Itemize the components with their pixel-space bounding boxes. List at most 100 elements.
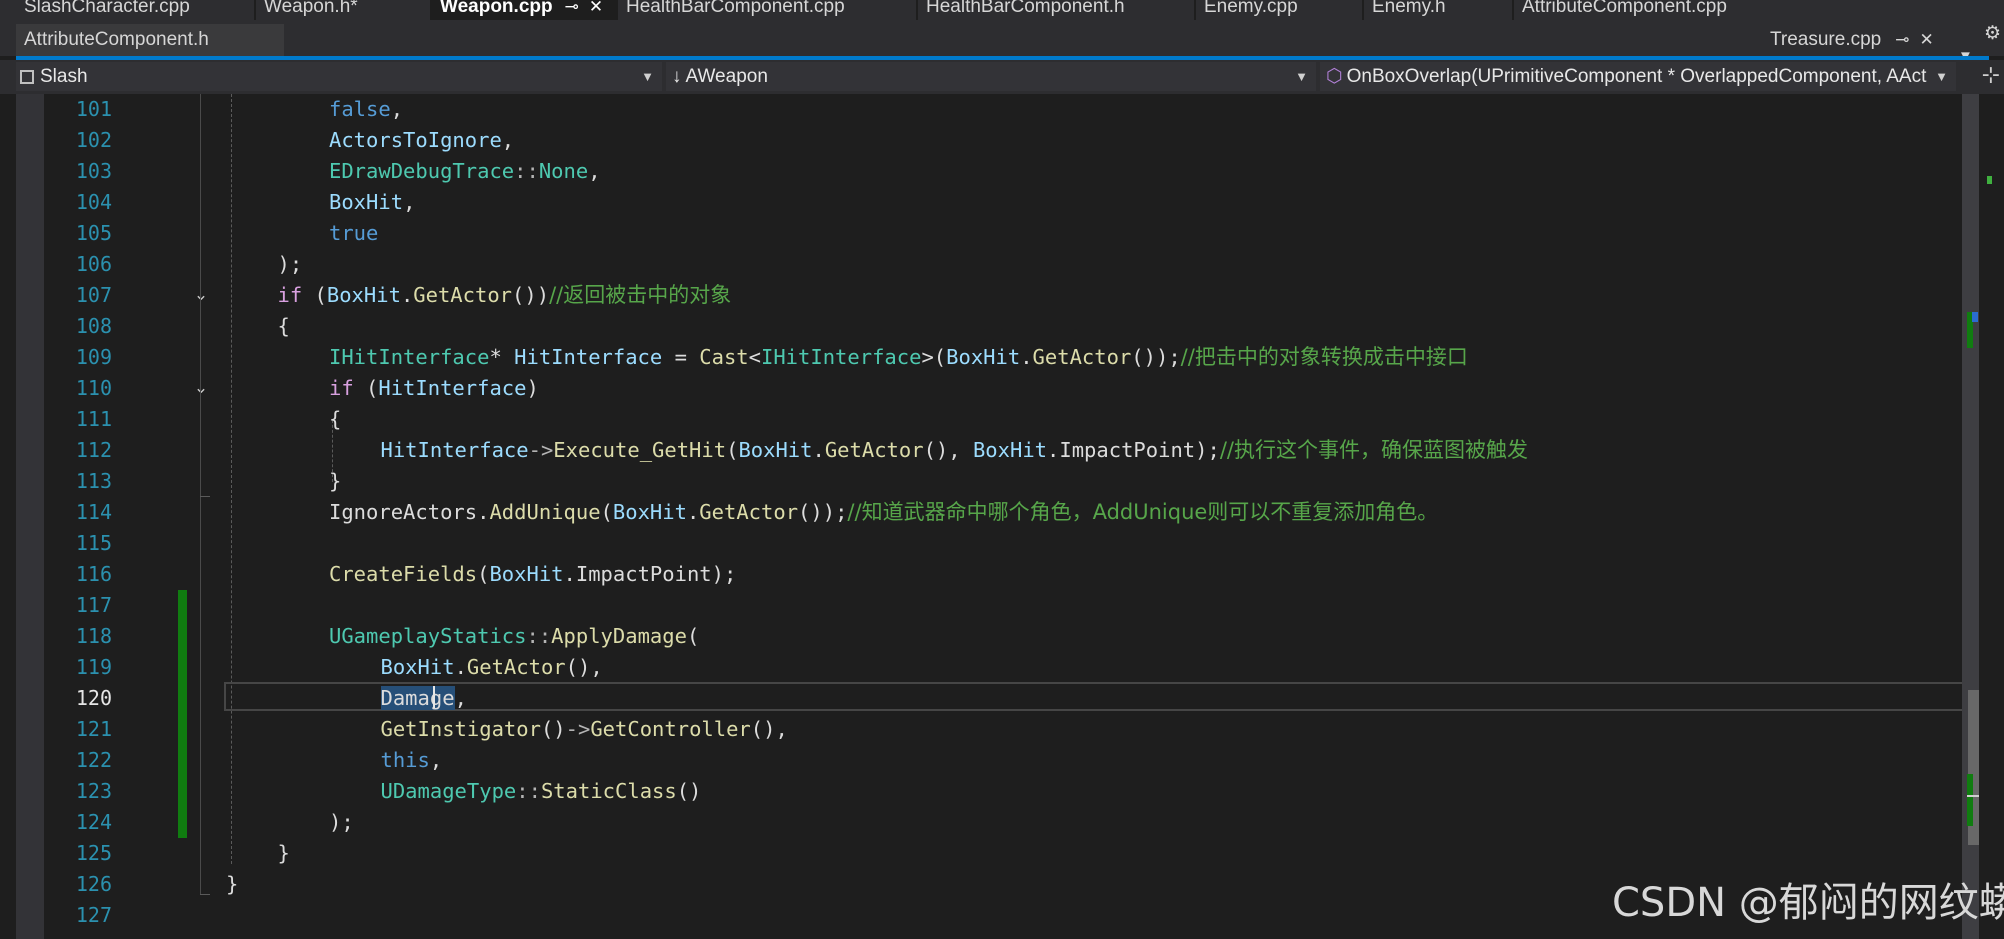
code-line: ActorsToIgnore, [329, 125, 514, 156]
line-number: 123 [75, 779, 112, 803]
scope-guide [200, 372, 201, 496]
code-line: true [329, 218, 378, 249]
tab-slashcharacter-cpp[interactable]: SlashCharacter.cpp [16, 0, 256, 20]
tab-treasure-cpp[interactable]: Treasure.cpp ⊸ ✕ [1762, 24, 1958, 56]
code-line: GetInstigator()->GetController(), [381, 714, 788, 745]
changed-lines-indicator [178, 590, 187, 838]
code-token: ()); [798, 500, 848, 524]
code-token: . [812, 438, 825, 462]
code-token: ()); [1131, 345, 1181, 369]
code-line: IHitInterface* HitInterface = Cast<IHitI… [329, 342, 1468, 373]
code-token: IHitInterface [329, 345, 490, 369]
code-line: { [329, 404, 341, 435]
code-token: , [403, 190, 416, 214]
document-tab-strip-row2: AttributeComponent.h Treasure.cpp⊸✕ ▼ ⚙ [0, 20, 2004, 65]
code-token: UDamageType [380, 779, 517, 803]
project-dropdown[interactable]: Slash ▼ [16, 62, 662, 91]
code-token: BoxHit [329, 190, 404, 214]
code-token: IgnoreActors [329, 500, 478, 524]
tab-enemy-h[interactable]: Enemy.h [1364, 0, 1514, 20]
member-dropdown[interactable]: ⬡ OnBoxOverlap(UPrimitiveComponent * Over… [1320, 62, 1956, 91]
tab-weapon-h[interactable]: Weapon.h* [256, 0, 432, 20]
code-token: BoxHit [946, 345, 1021, 369]
code-line: CreateFields(BoxHit.ImpactPoint); [329, 559, 736, 590]
settings-gear-icon[interactable]: ⚙ [1984, 22, 2001, 45]
code-token: { [277, 314, 290, 338]
code-token: (), [923, 438, 973, 462]
code-token: GetController [590, 717, 751, 741]
tab-enemy-cpp[interactable]: Enemy.cpp [1196, 0, 1364, 20]
class-scope-dropdown[interactable]: ↓ AWeapon ▼ [666, 62, 1316, 91]
code-line: if (BoxHit.GetActor())//返回被击中的对象 [278, 280, 732, 311]
code-token: < [748, 345, 761, 369]
code-token: Cast [699, 345, 749, 369]
close-icon[interactable]: ✕ [589, 0, 603, 15]
code-token: if [329, 376, 354, 400]
code-token: BoxHit [972, 438, 1048, 462]
close-icon[interactable]: ✕ [1920, 30, 1934, 49]
pin-icon[interactable]: ⊸ [1895, 30, 1909, 49]
code-token: } [329, 469, 342, 493]
code-token: . [686, 500, 700, 524]
code-token: BoxHit [612, 500, 687, 524]
tab-healthbarcomponent-cpp[interactable]: HealthBarComponent.cpp [618, 0, 918, 20]
split-window-icon[interactable]: ⊹ [1982, 64, 2000, 86]
code-line: BoxHit.GetActor(), [381, 652, 603, 683]
code-line: BoxHit, [329, 187, 415, 218]
code-token: StaticClass [540, 779, 677, 803]
code-token: . [1047, 438, 1060, 462]
code-token: BoxHit [489, 562, 564, 586]
pin-icon[interactable]: ⊸ [565, 0, 579, 15]
code-token: false [329, 97, 391, 121]
code-token: = [662, 345, 700, 369]
code-line: IgnoreActors.AddUnique(BoxHit.GetActor()… [329, 497, 1438, 528]
line-number: 110 [75, 376, 112, 400]
selected-text: Damage [380, 686, 455, 710]
line-number: 108 [75, 314, 112, 338]
tab-label: HealthBarComponent.cpp [626, 0, 845, 17]
code-token: HitInterface [380, 438, 529, 462]
overview-margin [1979, 94, 2004, 939]
line-number: 112 [75, 438, 112, 462]
code-token: ( [477, 562, 490, 586]
code-line: Damage, [380, 683, 467, 714]
code-token: () [540, 717, 566, 741]
method-cube-icon: ⬡ [1326, 66, 1343, 87]
code-token: , [501, 128, 515, 152]
fold-toggle-collapse-icon[interactable]: ⌄ [190, 372, 212, 403]
tab-label: Enemy.h [1372, 0, 1446, 17]
tab-label: AttributeComponent.h [24, 29, 209, 50]
code-token: . [400, 283, 414, 307]
line-number: 125 [75, 841, 112, 865]
code-token: { [329, 407, 342, 431]
code-line: if (HitInterface) [329, 373, 539, 404]
code-token: IHitInterface [761, 345, 922, 369]
code-line: ); [278, 249, 303, 280]
navigation-bar: Slash ▼ ↓ AWeapon ▼ ⬡ OnBoxOverlap(UPrimit… [0, 60, 2004, 94]
tab-weapon-cpp[interactable]: Weapon.cpp ⊸ ✕ [432, 0, 618, 20]
code-line: UGameplayStatics::ApplyDamage( [329, 621, 699, 652]
indent-guide [231, 94, 232, 864]
code-token: ( [600, 500, 613, 524]
scroll-selection-marker [1972, 312, 1978, 322]
tab-attributecomponent-cpp[interactable]: AttributeComponent.cpp [1514, 0, 1774, 20]
line-number: 127 [75, 903, 112, 927]
line-number: 122 [75, 748, 112, 772]
class-scope-name: AWeapon [685, 66, 768, 87]
line-number-gutter: 101 102 103 104 105 106 107 108 109 110 111 112 113 1… [44, 94, 119, 939]
overview-change-marker [1987, 176, 1992, 184]
tab-label: HealthBarComponent.h [926, 0, 1125, 17]
code-token: ()) [512, 283, 550, 307]
code-token: EDrawDebugTrace [329, 159, 515, 183]
line-number: 101 [75, 97, 112, 121]
code-token: HitInterface [514, 345, 663, 369]
tab-healthbarcomponent-h[interactable]: HealthBarComponent.h [918, 0, 1196, 20]
code-token: CreateFields [329, 562, 478, 586]
line-number: 124 [75, 810, 112, 834]
code-token: BoxHit [738, 438, 813, 462]
code-token: , [454, 686, 467, 710]
line-number: 120 [75, 686, 112, 710]
code-token: . [563, 562, 576, 586]
fold-toggle-collapse-icon[interactable]: ⌄ [190, 279, 212, 310]
tab-attributecomponent-h[interactable]: AttributeComponent.h [16, 24, 284, 56]
